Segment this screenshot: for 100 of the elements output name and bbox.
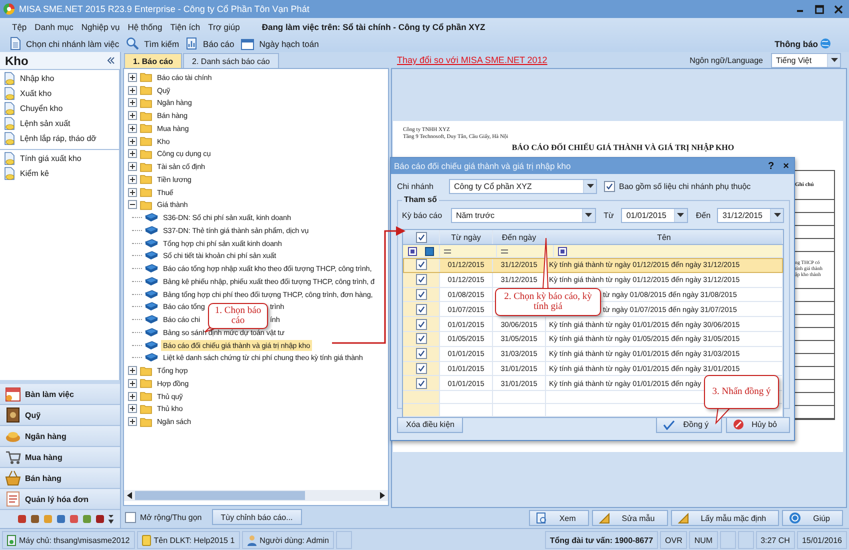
tab[interactable]: 2. Danh sách báo cáo xyxy=(183,53,279,68)
sidebar-item[interactable]: Xuất kho xyxy=(20,89,52,98)
sidebar-item[interactable]: Chuyển kho xyxy=(20,104,63,113)
module-button[interactable]: Quỹ xyxy=(0,405,120,426)
invoice-icon xyxy=(5,491,21,507)
expand-toggle-icon[interactable] xyxy=(128,174,137,184)
sidebar-item[interactable]: Tính giá xuất kho xyxy=(20,154,82,163)
checkbox[interactable] xyxy=(416,259,426,270)
expand-toggle-icon[interactable] xyxy=(128,392,137,401)
expand-toggle-icon[interactable] xyxy=(128,378,137,388)
checkbox[interactable] xyxy=(604,180,615,192)
checkbox[interactable] xyxy=(416,288,426,300)
folder-icon xyxy=(140,85,152,96)
toolbar-button[interactable]: Báo cáo xyxy=(203,38,234,48)
expand-toggle-icon[interactable] xyxy=(128,86,137,95)
checkbox[interactable] xyxy=(125,512,136,522)
action-button[interactable]: Giúp xyxy=(782,510,843,526)
dropdown-arrow-icon[interactable] xyxy=(585,213,592,217)
module-button[interactable]: Quản lý hóa đơn xyxy=(0,489,120,510)
field-label: Từ xyxy=(604,210,615,220)
action-button[interactable]: Xem xyxy=(529,510,589,526)
date-select[interactable]: 01/01/2015 xyxy=(621,208,688,222)
horizontal-scrollbar[interactable] xyxy=(124,490,388,501)
basket-icon xyxy=(5,470,21,486)
menu-item[interactable]: Tệp xyxy=(12,22,27,32)
expand-toggle-icon[interactable] xyxy=(128,124,137,133)
working-context-label: Đang làm việc trên: Sổ tài chính - Công ty Cổ phần XYZ xyxy=(262,22,486,32)
dropdown-arrow-icon[interactable] xyxy=(586,184,594,188)
more-icon[interactable] xyxy=(108,514,114,524)
expand-toggle-icon[interactable] xyxy=(128,136,137,146)
filter-icon[interactable] xyxy=(558,246,567,256)
sidebar-item[interactable]: Lệnh lắp ráp, tháo dỡ xyxy=(20,134,96,143)
sidebar-item[interactable]: Nhập kho xyxy=(20,74,54,83)
module-button[interactable]: Bán hàng xyxy=(0,468,120,489)
customize-report-button[interactable]: Tùy chỉnh báo cáo... xyxy=(212,509,302,525)
menu-item[interactable]: Hệ thống xyxy=(128,22,162,32)
checkbox[interactable] xyxy=(416,274,426,286)
database-icon xyxy=(142,534,151,546)
checkmark-icon xyxy=(663,420,676,430)
scroll-left-icon[interactable] xyxy=(127,492,132,499)
expand-toggle-icon[interactable] xyxy=(128,72,137,82)
folder-icon xyxy=(140,136,152,146)
close-icon[interactable] xyxy=(834,4,843,14)
equals-icon[interactable] xyxy=(444,248,451,254)
expand-toggle-icon[interactable] xyxy=(128,162,137,172)
equals-icon[interactable] xyxy=(501,248,508,254)
expand-toggle-icon[interactable] xyxy=(128,188,137,197)
scroll-right-icon[interactable] xyxy=(380,492,385,499)
date-select[interactable]: 31/12/2015 xyxy=(717,208,784,222)
dropdown-arrow-icon[interactable] xyxy=(774,213,781,217)
expand-toggle-icon[interactable] xyxy=(128,111,137,120)
toolbar-button[interactable]: Ngày hạch toán xyxy=(259,38,319,48)
checkbox[interactable] xyxy=(416,362,426,374)
maximize-icon[interactable] xyxy=(815,4,824,14)
collapse-toggle-icon[interactable] xyxy=(128,200,137,210)
callout-pointer xyxy=(542,238,549,290)
checkbox[interactable] xyxy=(416,304,426,315)
checkbox[interactable] xyxy=(416,348,426,360)
help-button[interactable]: ? xyxy=(768,160,774,172)
callout: 3. Nhấn đồng ý xyxy=(704,375,779,409)
expand-toggle-icon[interactable] xyxy=(128,417,137,426)
dropdown-arrow-icon[interactable] xyxy=(830,58,838,62)
action-button[interactable]: Sửa mẫu xyxy=(592,510,668,526)
tab[interactable]: 1. Báo cáo xyxy=(124,53,182,68)
branch-select[interactable]: Công ty Cổ phần XYZ xyxy=(449,178,597,194)
action-button[interactable]: Lấy mẫu mặc định xyxy=(670,510,780,526)
column-header[interactable]: Từ ngày xyxy=(440,230,493,244)
folder-icon xyxy=(140,162,152,172)
checkbox[interactable] xyxy=(416,378,426,389)
expand-toggle-icon[interactable] xyxy=(128,366,137,376)
expand-toggle-icon[interactable] xyxy=(128,98,137,108)
language-select[interactable]: Tiếng Việt xyxy=(771,52,841,68)
checkbox[interactable] xyxy=(416,232,426,242)
expand-toggle-icon[interactable] xyxy=(128,149,137,158)
module-button[interactable]: Bàn làm việc xyxy=(0,384,120,405)
sidebar-item[interactable]: Lệnh sản xuất xyxy=(20,119,70,128)
menu-item[interactable]: Nghiệp vụ xyxy=(81,22,120,32)
menu-item[interactable]: Danh mục xyxy=(34,22,74,32)
close-button[interactable]: × xyxy=(783,160,789,172)
period-select[interactable]: Năm trước xyxy=(450,208,596,222)
folder-icon xyxy=(140,378,152,388)
callout: 1. Chọn báo cáo xyxy=(208,303,268,329)
field-label: Chi nhánh xyxy=(397,182,434,190)
menu-item[interactable]: Tiện ích xyxy=(170,22,200,32)
module-button[interactable]: Ngân hàng xyxy=(0,426,120,447)
expand-toggle-icon[interactable] xyxy=(128,404,137,414)
cart-icon xyxy=(5,449,21,465)
book-icon xyxy=(145,238,158,248)
menu-item[interactable]: Trợ giúp xyxy=(208,22,240,32)
module-button[interactable]: Mua hàng xyxy=(0,447,120,468)
sidebar-item[interactable]: Kiểm kê xyxy=(20,169,49,178)
collapse-icon[interactable] xyxy=(107,57,115,64)
notification-button[interactable]: Thông báo xyxy=(774,38,831,49)
document-icon xyxy=(4,152,16,165)
toolbar-button[interactable]: Chọn chi nhánh làm việc xyxy=(26,38,120,48)
checkbox[interactable] xyxy=(416,318,426,330)
document-icon xyxy=(4,167,16,180)
toolbar-button[interactable]: Tìm kiếm xyxy=(144,38,180,48)
checkbox[interactable] xyxy=(416,333,426,344)
dropdown-arrow-icon[interactable] xyxy=(677,213,684,217)
